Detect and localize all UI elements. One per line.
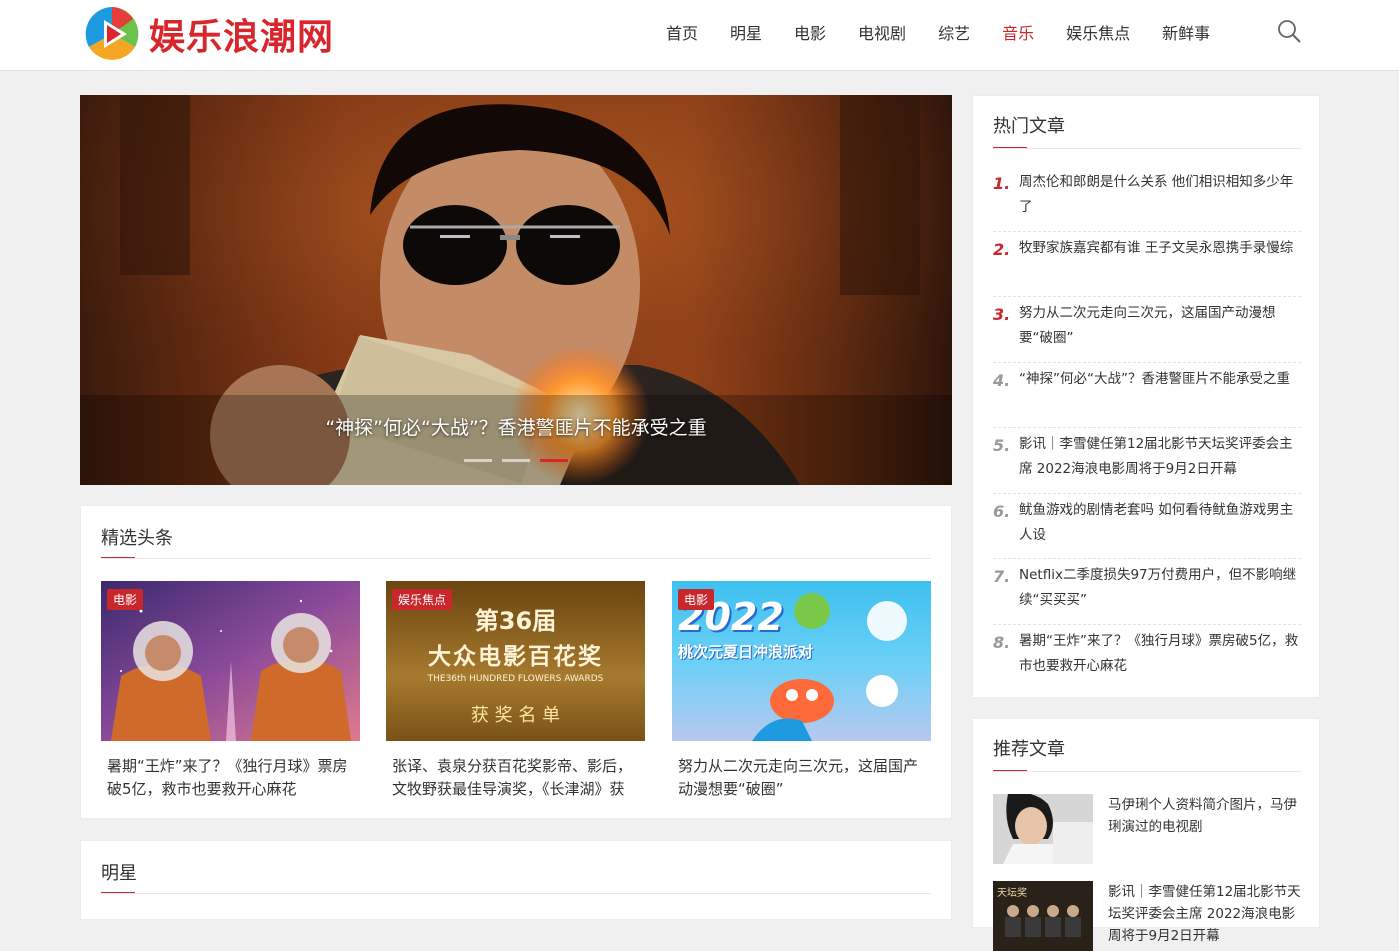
stars-panel: 明星	[80, 840, 952, 920]
featured-card-2[interactable]: 第36届 大众电影百花奖 THE36th HUNDRED FLOWERS AWA…	[386, 581, 645, 801]
poster-text: 获 奖 名 单	[470, 705, 561, 726]
nav-item-stars[interactable]: 明星	[730, 20, 762, 44]
hot-article-title[interactable]: 周杰伦和郎朗是什么关系 他们相识相知多少年了	[1019, 170, 1301, 220]
rank-number: 5.	[993, 436, 1011, 455]
hot-articles-list: 1. 周杰伦和郎朗是什么关系 他们相识相知多少年了 2. 牧野家族嘉宾都有谁 王子文…	[993, 166, 1301, 690]
hot-article-item[interactable]: 6. 鱿鱼游戏的剧情老套吗 如何看待鱿鱼游戏男主人设	[993, 494, 1301, 559]
rank-number: 3.	[993, 305, 1011, 324]
hot-panel-title: 热门文章	[993, 116, 1065, 137]
recommended-item[interactable]: 天坛奖 影讯｜李雪健任第12届北影节天坛奖评委会主席 2022海浪电影周将于9月…	[993, 881, 1301, 951]
nav-item-variety[interactable]: 综艺	[938, 20, 970, 44]
site-logo-text: 娱乐浪潮网	[149, 17, 335, 58]
featured-card-image: 2022 桃次元夏日冲浪派对 电影	[672, 581, 931, 741]
poster-text: 桃次元夏日冲浪派对	[678, 643, 814, 661]
category-tag[interactable]: 电影	[678, 589, 715, 610]
hot-article-item[interactable]: 5. 影讯｜李雪健任第12届北影节天坛奖评委会主席 2022海浪电影周将于9月2日…	[993, 428, 1301, 494]
slider-dot-1[interactable]	[464, 459, 492, 462]
main-nav: 首页 明星 电影 电视剧 综艺 音乐 娱乐焦点 新鲜事	[650, 0, 1226, 64]
hot-article-title[interactable]: 影讯｜李雪健任第12届北影节天坛奖评委会主席 2022海浪电影周将于9月2日开幕	[1019, 432, 1301, 482]
hot-article-item[interactable]: 3. 努力从二次元走向三次元，这届国产动漫想要“破圈”	[993, 297, 1301, 363]
slider-pagination	[464, 459, 578, 462]
poster-text: 大众电影百花奖	[428, 644, 603, 670]
title-rule	[993, 148, 1301, 149]
hot-article-title[interactable]: 牧野家族嘉宾都有谁 王子文吴永恩携手录慢综	[1019, 236, 1301, 261]
nav-item-movies[interactable]: 电影	[794, 20, 826, 44]
featured-card-image: 电影	[101, 581, 360, 741]
hot-article-title[interactable]: 努力从二次元走向三次元，这届国产动漫想要“破圈”	[1019, 301, 1301, 351]
recommended-title[interactable]: 马伊琍个人资料简介图片，马伊琍演过的电视剧	[1108, 794, 1301, 838]
category-tag[interactable]: 娱乐焦点	[392, 589, 453, 610]
nav-item-tv[interactable]: 电视剧	[858, 20, 906, 44]
rank-number: 1.	[993, 174, 1011, 193]
rank-number: 7.	[993, 567, 1011, 586]
featured-card-title[interactable]: 努力从二次元走向三次元，这届国产动漫想要“破圈”	[672, 755, 931, 801]
site-header: 娱乐浪潮网 首页 明星 电影 电视剧 综艺 音乐 娱乐焦点 新鲜事	[0, 0, 1399, 71]
rank-number: 6.	[993, 501, 1011, 521]
rank-number: 8.	[993, 632, 1011, 652]
title-rule	[993, 771, 1301, 772]
featured-panel-title: 精选头条	[101, 528, 173, 549]
nav-item-music[interactable]: 音乐	[1002, 20, 1034, 44]
hot-article-item[interactable]: 7. Netflix二季度损失97万付费用户，但不影响继续“买买买”	[993, 559, 1301, 625]
stars-panel-title: 明星	[101, 863, 137, 884]
recommended-title[interactable]: 影讯｜李雪健任第12届北影节天坛奖评委会主席 2022海浪电影周将于9月2日开幕	[1108, 881, 1301, 947]
recommended-panel: 推荐文章 马伊琍个人资料简介图片，马伊琍演过的电视剧 天坛奖 影讯｜李雪健任第1…	[972, 718, 1320, 951]
featured-card-title[interactable]: 暑期“王炸”来了？《独行月球》票房破5亿，救市也要救开心麻花	[101, 755, 360, 801]
hot-article-title[interactable]: 鱿鱼游戏的剧情老套吗 如何看待鱿鱼游戏男主人设	[1019, 498, 1301, 548]
hot-article-item[interactable]: 2. 牧野家族嘉宾都有谁 王子文吴永恩携手录慢综	[993, 232, 1301, 297]
nav-item-focus[interactable]: 娱乐焦点	[1066, 20, 1130, 44]
hot-article-item[interactable]: 4. “神探”何必“大战”？香港警匪片不能承受之重	[993, 363, 1301, 428]
recommended-item[interactable]: 马伊琍个人资料简介图片，马伊琍演过的电视剧	[993, 794, 1301, 864]
rank-number: 4.	[993, 370, 1011, 390]
rank-number: 2.	[993, 239, 1011, 259]
play-logo-icon	[83, 5, 141, 63]
site-logo[interactable]: 娱乐浪潮网	[83, 5, 334, 63]
title-rule	[101, 558, 931, 559]
hot-articles-panel: 热门文章 1. 周杰伦和郎朗是什么关系 他们相识相知多少年了 2. 牧野家族嘉宾都有…	[972, 95, 1320, 698]
hot-article-title[interactable]: “神探”何必“大战”？香港警匪片不能承受之重	[1019, 367, 1301, 392]
featured-card-3[interactable]: 2022 桃次元夏日冲浪派对 电影 努力从二次元走向三次元，这届国产动漫想要“破…	[672, 581, 931, 801]
title-rule	[101, 893, 931, 894]
hot-article-title[interactable]: Netflix二季度损失97万付费用户，但不影响继续“买买买”	[1019, 563, 1301, 613]
slider-dot-2[interactable]	[502, 459, 530, 462]
hot-article-title[interactable]: 暑期“王炸”来了？《独行月球》票房破5亿，救市也要救开心麻花	[1019, 629, 1301, 679]
recommended-thumbnail	[993, 794, 1093, 864]
hot-article-item[interactable]: 1. 周杰伦和郎朗是什么关系 他们相识相知多少年了	[993, 166, 1301, 232]
hero-slide-caption[interactable]: “神探”何必“大战”？香港警匪片不能承受之重	[80, 413, 952, 440]
hero-slider[interactable]: “神探”何必“大战”？香港警匪片不能承受之重	[80, 95, 952, 485]
featured-card-title[interactable]: 张译、袁泉分获百花奖影帝、影后，文牧野获最佳导演奖，《长津湖》获最佳故事片	[386, 755, 645, 801]
nav-item-fresh[interactable]: 新鲜事	[1162, 20, 1210, 44]
featured-card-1[interactable]: 电影 暑期“王炸”来了？《独行月球》票房破5亿，救市也要救开心麻花	[101, 581, 360, 801]
nav-item-home[interactable]: 首页	[666, 20, 698, 44]
hot-article-item[interactable]: 8. 暑期“王炸”来了？《独行月球》票房破5亿，救市也要救开心麻花	[993, 625, 1301, 691]
featured-panel: 精选头条 电影 暑期“王炸”来了？《独行月球》票房破5亿，救市也要救开心麻花 第…	[80, 505, 952, 819]
poster-text: THE36th HUNDRED FLOWERS AWARDS	[427, 674, 604, 684]
search-icon[interactable]	[1276, 18, 1302, 44]
recommended-thumbnail: 天坛奖	[993, 881, 1093, 951]
category-tag[interactable]: 电影	[107, 589, 144, 610]
slider-dot-3[interactable]	[540, 459, 568, 462]
recommended-panel-title: 推荐文章	[993, 739, 1065, 760]
featured-card-image: 第36届 大众电影百花奖 THE36th HUNDRED FLOWERS AWA…	[386, 581, 645, 741]
